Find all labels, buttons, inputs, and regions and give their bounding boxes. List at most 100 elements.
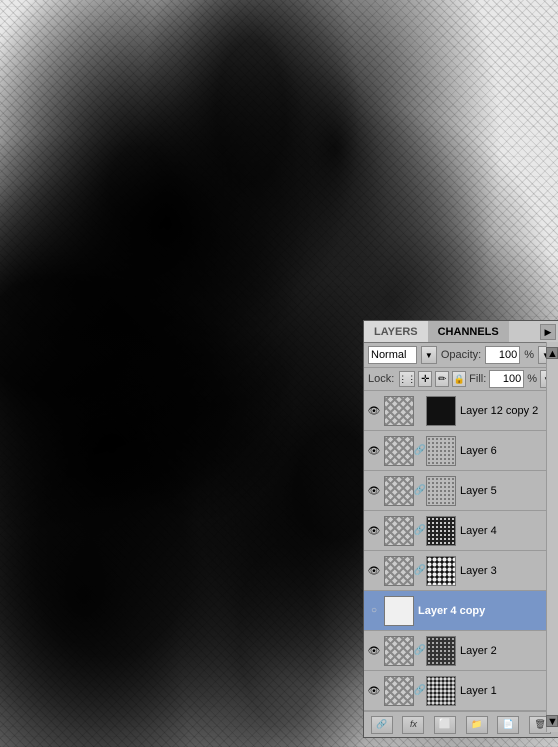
layer-mask-thumb [426, 436, 456, 466]
scrollbar-thumb[interactable]: ▲ [546, 347, 558, 359]
panel-tabs: LAYERS CHANNELS ▶ [364, 321, 558, 343]
layer-content-thumb [384, 476, 414, 506]
new-layer-icon [503, 719, 514, 730]
layer-content-thumb [384, 636, 414, 666]
lock-dots-button[interactable] [399, 371, 415, 387]
layer-visibility-toggle[interactable] [366, 403, 382, 419]
layer-mask-thumb [426, 516, 456, 546]
opacity-percent: % [524, 349, 534, 361]
panel-options-button[interactable]: ▶ [540, 324, 556, 340]
layer-row[interactable]: 🔗 Layer 6 [364, 431, 558, 471]
scrollbar-track[interactable]: ▼ [546, 715, 558, 727]
layer-link-icon: 🔗 [415, 556, 425, 586]
eye-icon [368, 525, 381, 537]
tab-layers[interactable]: LAYERS [364, 321, 428, 342]
eye-icon [368, 645, 381, 657]
trash-icon [534, 719, 545, 730]
opacity-input[interactable] [485, 346, 520, 364]
layer-mask-thumb [426, 556, 456, 586]
blend-mode-arrow[interactable]: ▼ [421, 346, 437, 364]
layer-content-thumb [384, 396, 414, 426]
fill-label: Fill: [469, 373, 486, 385]
chain-icon [376, 719, 387, 730]
layer-link-icon: 🔗 [415, 636, 425, 666]
layer-visibility-toggle[interactable] [366, 683, 382, 699]
lock-move-icon [421, 374, 429, 385]
layers-list: Layer 12 copy 2 🔗 Layer 6 🔗 [364, 391, 558, 711]
layer-row[interactable]: Layer 12 copy 2 [364, 391, 558, 431]
layer-row[interactable]: 🔗 Layer 4 [364, 511, 558, 551]
fill-input[interactable] [489, 370, 524, 388]
layer-mask-thumb [426, 476, 456, 506]
layer-name: Layer 4 [458, 525, 554, 537]
layer-row[interactable]: 🔗 Layer 1 [364, 671, 558, 711]
eye-icon [368, 405, 381, 417]
layers-panel: LAYERS CHANNELS ▶ Normal Multiply Screen… [363, 320, 558, 738]
layer-link-icon: 🔗 [415, 676, 425, 706]
layer-name: Layer 5 [458, 485, 554, 497]
new-group-button[interactable] [466, 716, 488, 734]
layer-link-icon: 🔗 [415, 436, 425, 466]
layer-content-thumb [384, 556, 414, 586]
link-layers-button[interactable] [371, 716, 393, 734]
layer-thumbnails [384, 396, 456, 426]
layer-row[interactable]: ○ Layer 4 copy [364, 591, 558, 631]
eye-icon: ○ [371, 605, 377, 616]
layer-visibility-toggle[interactable] [366, 443, 382, 459]
layer-name: Layer 12 copy 2 [458, 405, 554, 417]
lock-brush-button[interactable] [435, 371, 449, 387]
layer-visibility-toggle[interactable] [366, 643, 382, 659]
lock-label: Lock: [368, 373, 394, 385]
layer-link-icon: 🔗 [415, 476, 425, 506]
layer-row[interactable]: 🔗 Layer 2 [364, 631, 558, 671]
add-mask-button[interactable] [434, 716, 456, 734]
layer-thumbnails: 🔗 [384, 676, 456, 706]
lock-dots-icon [398, 374, 416, 385]
fill-percent: % [527, 373, 537, 385]
fx-button[interactable] [402, 716, 424, 734]
opacity-label: Opacity: [441, 349, 481, 361]
mask-icon [439, 719, 451, 730]
layer-name: Layer 6 [458, 445, 554, 457]
tab-channels[interactable]: CHANNELS [428, 321, 509, 342]
layer-visibility-toggle[interactable] [366, 483, 382, 499]
layer-thumbnails: 🔗 [384, 516, 456, 546]
lock-brush-icon [438, 374, 446, 385]
layer-row[interactable]: 🔗 Layer 5 [364, 471, 558, 511]
layer-name: Layer 4 copy [416, 605, 554, 617]
new-layer-button[interactable] [497, 716, 519, 734]
blend-opacity-row: Normal Multiply Screen ▼ Opacity: % ▼ [364, 343, 558, 368]
layer-mask-thumb [426, 676, 456, 706]
lock-all-button[interactable] [452, 371, 466, 387]
panel-footer [364, 711, 558, 737]
blend-mode-select[interactable]: Normal Multiply Screen [368, 346, 417, 364]
layer-row[interactable]: 🔗 Layer 3 [364, 551, 558, 591]
lock-fill-row: Lock: Fill: % ▼ [364, 368, 558, 391]
layer-thumbnails: 🔗 [384, 556, 456, 586]
layer-thumbnails: 🔗 [384, 436, 456, 466]
layer-thumbnails [384, 596, 414, 626]
eye-icon [368, 565, 381, 577]
layer-content-thumb [384, 596, 414, 626]
layer-mask-thumb [426, 396, 456, 426]
layer-visibility-toggle[interactable] [366, 563, 382, 579]
layer-content-thumb [384, 516, 414, 546]
layer-mask-thumb [426, 636, 456, 666]
lock-move-button[interactable] [418, 371, 432, 387]
eye-icon [368, 485, 381, 497]
eye-icon [368, 685, 381, 697]
layer-thumbnails: 🔗 [384, 476, 456, 506]
layer-thumbnails: 🔗 [384, 636, 456, 666]
folder-icon [471, 719, 482, 730]
layer-visibility-toggle[interactable]: ○ [366, 603, 382, 619]
layer-name: Layer 3 [458, 565, 554, 577]
layer-name: Layer 2 [458, 645, 554, 657]
layer-visibility-toggle[interactable] [366, 523, 382, 539]
eye-icon [368, 445, 381, 457]
layer-link-icon: 🔗 [415, 516, 425, 546]
layer-name: Layer 1 [458, 685, 554, 697]
layer-content-thumb [384, 436, 414, 466]
panel-scrollbar[interactable]: ▲ ▼ [546, 342, 558, 732]
lock-all-icon [454, 374, 465, 385]
layer-link-icon [415, 396, 425, 426]
